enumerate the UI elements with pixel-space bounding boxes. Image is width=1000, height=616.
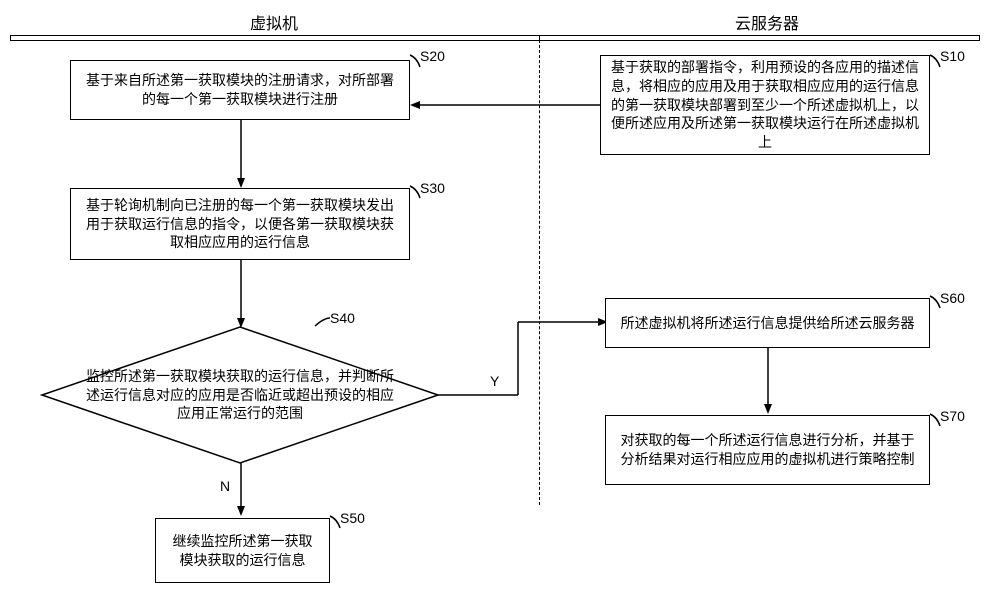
header-tick-left bbox=[10, 35, 11, 40]
header-tick-right bbox=[979, 35, 980, 40]
leader-s30 bbox=[405, 186, 425, 206]
diamond-s40-text: 监控所述第一获取模块获取的运行信息，并判断所述运行信息对应的应用是否临近或超出预… bbox=[80, 348, 400, 442]
box-s50: 继续监控所述第一获取模块获取的运行信息 bbox=[155, 518, 330, 583]
box-s70: 对获取的每一个所述运行信息进行分析，并基于分析结果对运行相应应用的虚拟机进行策略… bbox=[605, 415, 930, 485]
label-n: N bbox=[220, 478, 230, 494]
flowchart-canvas: 虚拟机 云服务器 基于获取的部署指令，利用预设的各应用的描述信息，将相应的应用及… bbox=[0, 0, 1000, 616]
arrow-s40-y bbox=[438, 320, 610, 400]
label-y: Y bbox=[490, 373, 499, 389]
box-s10: 基于获取的部署指令，利用预设的各应用的描述信息，将相应的应用及用于获取相应应用的… bbox=[600, 55, 930, 155]
box-s20: 基于来自所述第一获取模块的注册请求，对所部署的每一个第一获取模块进行注册 bbox=[70, 60, 410, 120]
box-s60: 所述虚拟机将所述运行信息提供给所述云服务器 bbox=[605, 298, 930, 348]
box-s30: 基于轮询机制向已注册的每一个第一获取模块发出用于获取运行信息的指令，以便各第一获… bbox=[70, 188, 410, 260]
header-line-bottom bbox=[10, 40, 980, 41]
header-line-top bbox=[10, 35, 980, 36]
leader-s60 bbox=[925, 296, 945, 316]
leader-s70 bbox=[925, 414, 945, 434]
header-vm: 虚拟机 bbox=[250, 10, 298, 34]
arrow-s60-s70 bbox=[762, 348, 774, 416]
leader-s50 bbox=[325, 516, 345, 536]
leader-s20 bbox=[405, 55, 425, 75]
header-cloud: 云服务器 bbox=[735, 10, 799, 34]
arrow-s40-n bbox=[235, 463, 247, 518]
arrow-s20-s30 bbox=[235, 120, 247, 190]
leader-s40 bbox=[310, 318, 334, 342]
arrow-s10-s20 bbox=[410, 100, 605, 110]
leader-s10 bbox=[925, 55, 945, 75]
arrow-s30-s40 bbox=[235, 260, 247, 330]
